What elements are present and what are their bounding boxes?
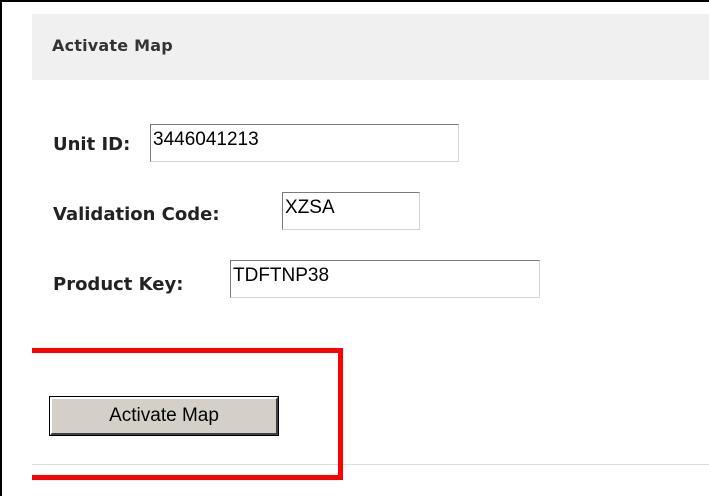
validation-code-input[interactable]: [282, 192, 420, 230]
unit-id-input[interactable]: [150, 124, 459, 162]
panel-title: Activate Map: [52, 36, 173, 55]
product-key-label: Product Key:: [53, 274, 184, 295]
activation-panel: Activate Map Unit ID: Validation Code: P…: [0, 0, 709, 496]
product-key-input[interactable]: [230, 260, 540, 298]
footer-divider: [32, 464, 709, 465]
activate-map-button[interactable]: Activate Map: [50, 397, 278, 435]
validation-code-label: Validation Code:: [53, 204, 220, 225]
panel-header: Activate Map: [32, 14, 709, 80]
unit-id-label: Unit ID:: [53, 134, 131, 155]
